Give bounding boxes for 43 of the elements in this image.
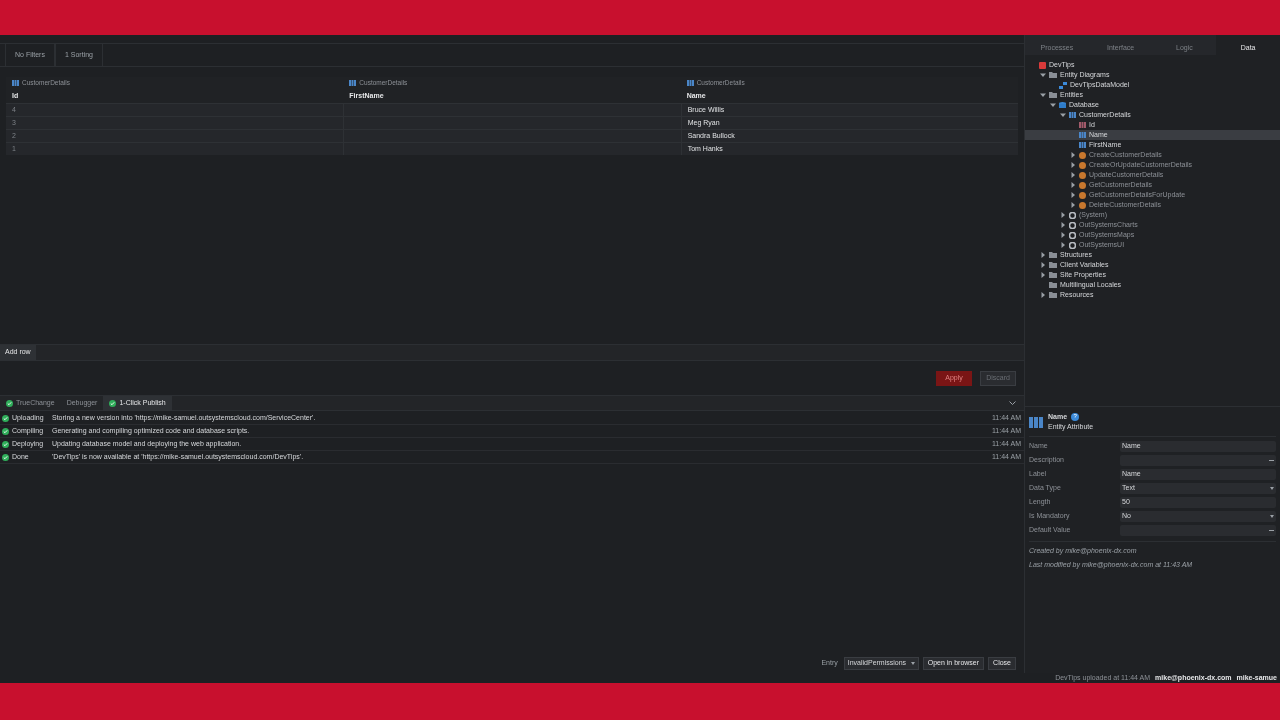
- check-icon: [6, 399, 13, 407]
- table-icon: [1079, 132, 1086, 138]
- check-icon: [2, 453, 9, 461]
- database-icon: [1059, 101, 1066, 109]
- collapsed-caret-icon[interactable]: [1060, 232, 1066, 238]
- expanded-caret-icon[interactable]: [1040, 92, 1046, 98]
- collapsed-caret-icon[interactable]: [1060, 222, 1066, 228]
- collapsed-caret-icon[interactable]: [1070, 182, 1076, 188]
- collapsed-caret-icon[interactable]: [1070, 162, 1076, 168]
- caret-icon: [910, 661, 915, 665]
- collapsed-caret-icon[interactable]: [1070, 152, 1076, 158]
- collapsed-caret-icon[interactable]: [1070, 172, 1076, 178]
- collapsed-caret-icon[interactable]: [1060, 242, 1066, 248]
- folder-icon: [1049, 92, 1057, 98]
- table-icon: [1069, 112, 1076, 118]
- collapsed-caret-icon[interactable]: [1070, 202, 1076, 208]
- check-icon: [109, 399, 117, 407]
- expanded-caret-icon[interactable]: [1040, 72, 1046, 78]
- check-icon: [2, 414, 9, 422]
- folder-icon: [1049, 72, 1057, 78]
- module-icon: [1039, 61, 1046, 69]
- collapsed-caret-icon[interactable]: [1040, 252, 1046, 258]
- collapsed-caret-icon[interactable]: [1040, 262, 1046, 268]
- collapsed-caret-icon[interactable]: [1070, 192, 1076, 198]
- table-icon: [1029, 416, 1043, 428]
- caret-icon: [1270, 487, 1274, 490]
- table-icon: [349, 80, 357, 87]
- check-icon: [2, 427, 9, 435]
- key-column-icon: [1079, 122, 1086, 128]
- expanded-caret-icon[interactable]: [1060, 112, 1066, 118]
- collapsed-caret-icon[interactable]: [1040, 292, 1046, 298]
- table-icon: [12, 80, 19, 87]
- table-icon: [1079, 142, 1086, 148]
- expanded-caret-icon[interactable]: [1050, 102, 1056, 108]
- diagram-icon: [1059, 81, 1067, 89]
- collapsed-caret-icon[interactable]: [1040, 272, 1046, 278]
- check-icon: [2, 440, 9, 448]
- caret-icon: [1270, 515, 1274, 518]
- table-icon: [686, 80, 694, 87]
- property-field[interactable]: [1120, 455, 1276, 466]
- property-field[interactable]: [1120, 525, 1276, 536]
- chevron-down-icon[interactable]: [1009, 400, 1016, 406]
- collapsed-caret-icon[interactable]: [1060, 212, 1066, 218]
